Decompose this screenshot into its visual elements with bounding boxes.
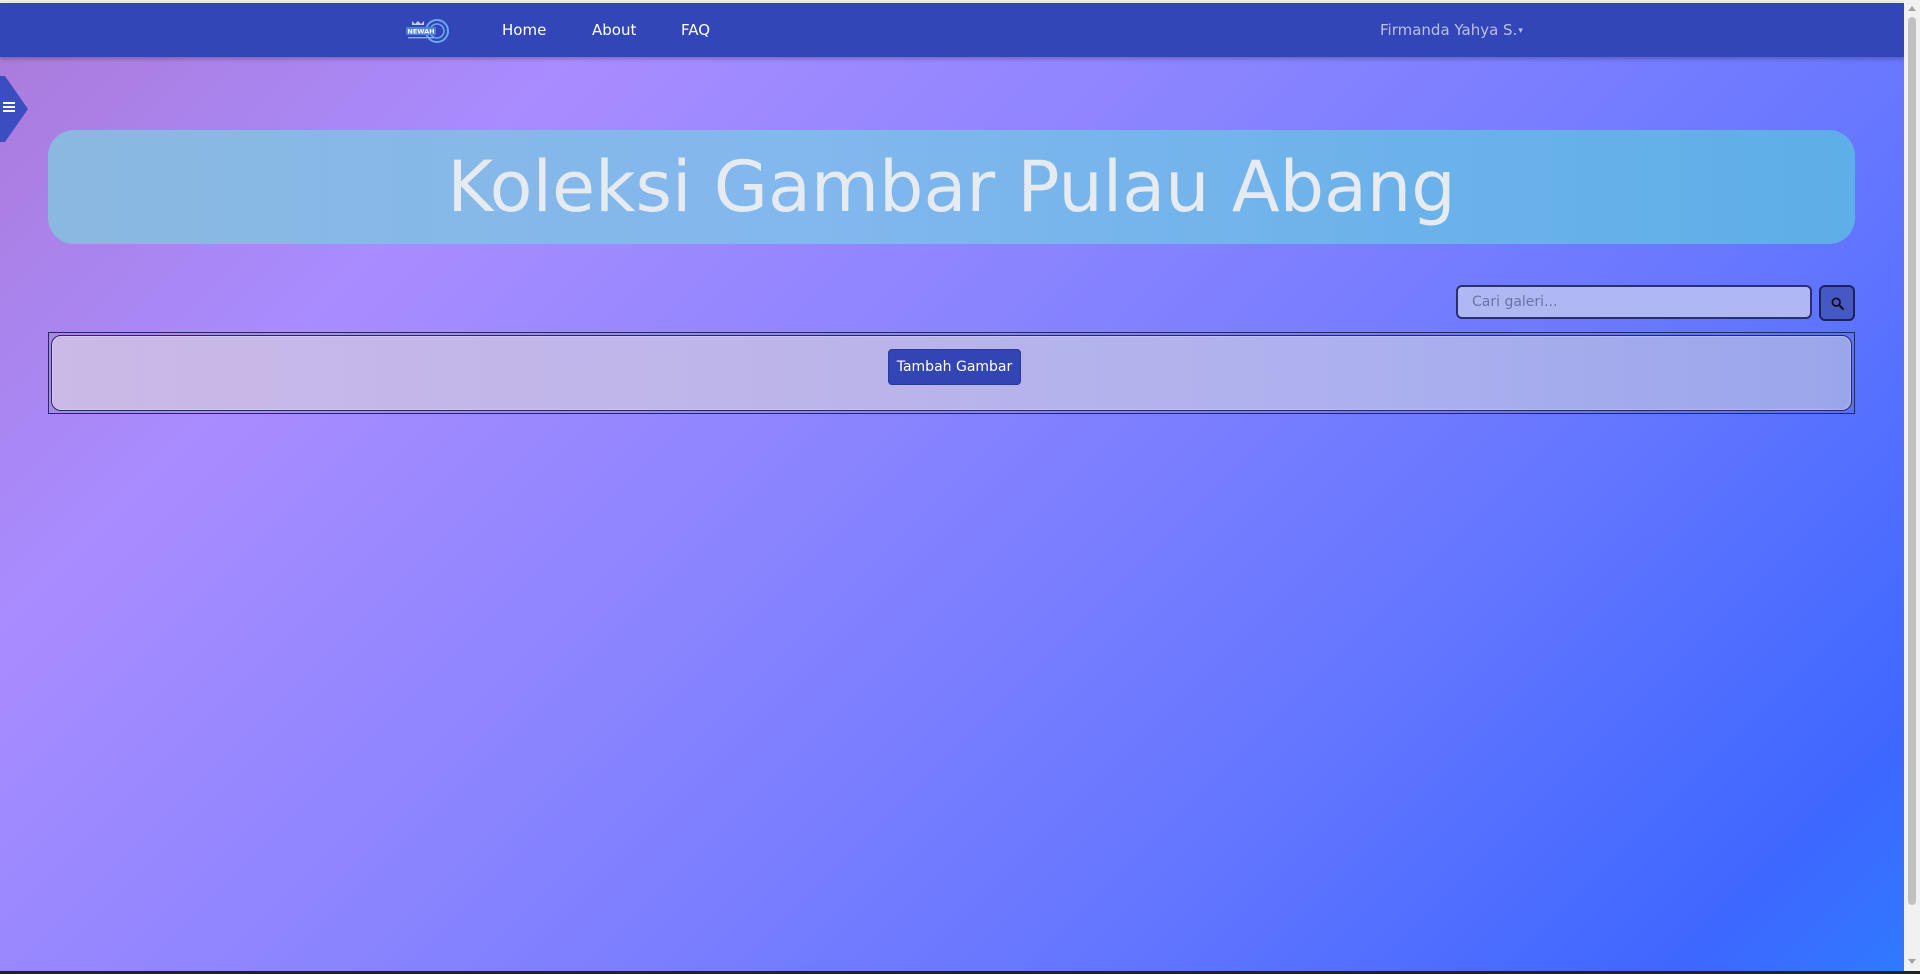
vertical-scrollbar[interactable]: [1904, 0, 1920, 971]
hero-banner: Koleksi Gambar Pulau Abang: [48, 130, 1855, 244]
logo-text: NEWAH: [407, 28, 434, 36]
nav-about-link[interactable]: About: [592, 21, 636, 39]
logo-icon: NEWAH: [406, 19, 449, 43]
nav-home-link[interactable]: Home: [502, 21, 546, 39]
page-viewport: NEWAH Home About FAQ Firmanda Yahya S.▾ …: [0, 0, 1904, 971]
add-image-button[interactable]: Tambah Gambar: [888, 349, 1021, 385]
page-title: Koleksi Gambar Pulau Abang: [447, 146, 1456, 228]
navbar: NEWAH Home About FAQ Firmanda Yahya S.▾: [0, 3, 1904, 57]
search-icon: [1831, 297, 1844, 310]
user-menu-dropdown[interactable]: Firmanda Yahya S.▾: [1380, 21, 1523, 39]
gallery-container: Tambah Gambar: [48, 332, 1855, 414]
search-button[interactable]: [1819, 285, 1855, 321]
user-name: Firmanda Yahya S.: [1380, 21, 1518, 39]
caret-down-icon: ▾: [1518, 26, 1523, 36]
gallery-panel: Tambah Gambar: [51, 335, 1852, 411]
sidebar-toggle-button[interactable]: [0, 76, 28, 142]
scrollbar-thumb[interactable]: [1908, 17, 1916, 905]
nav-faq-link[interactable]: FAQ: [681, 21, 710, 39]
hamburger-menu-icon: [3, 102, 15, 112]
scroll-down-icon[interactable]: [1908, 959, 1916, 964]
scroll-up-icon[interactable]: [1908, 6, 1916, 11]
brand-logo[interactable]: NEWAH: [406, 17, 450, 45]
search-input[interactable]: [1456, 285, 1812, 319]
